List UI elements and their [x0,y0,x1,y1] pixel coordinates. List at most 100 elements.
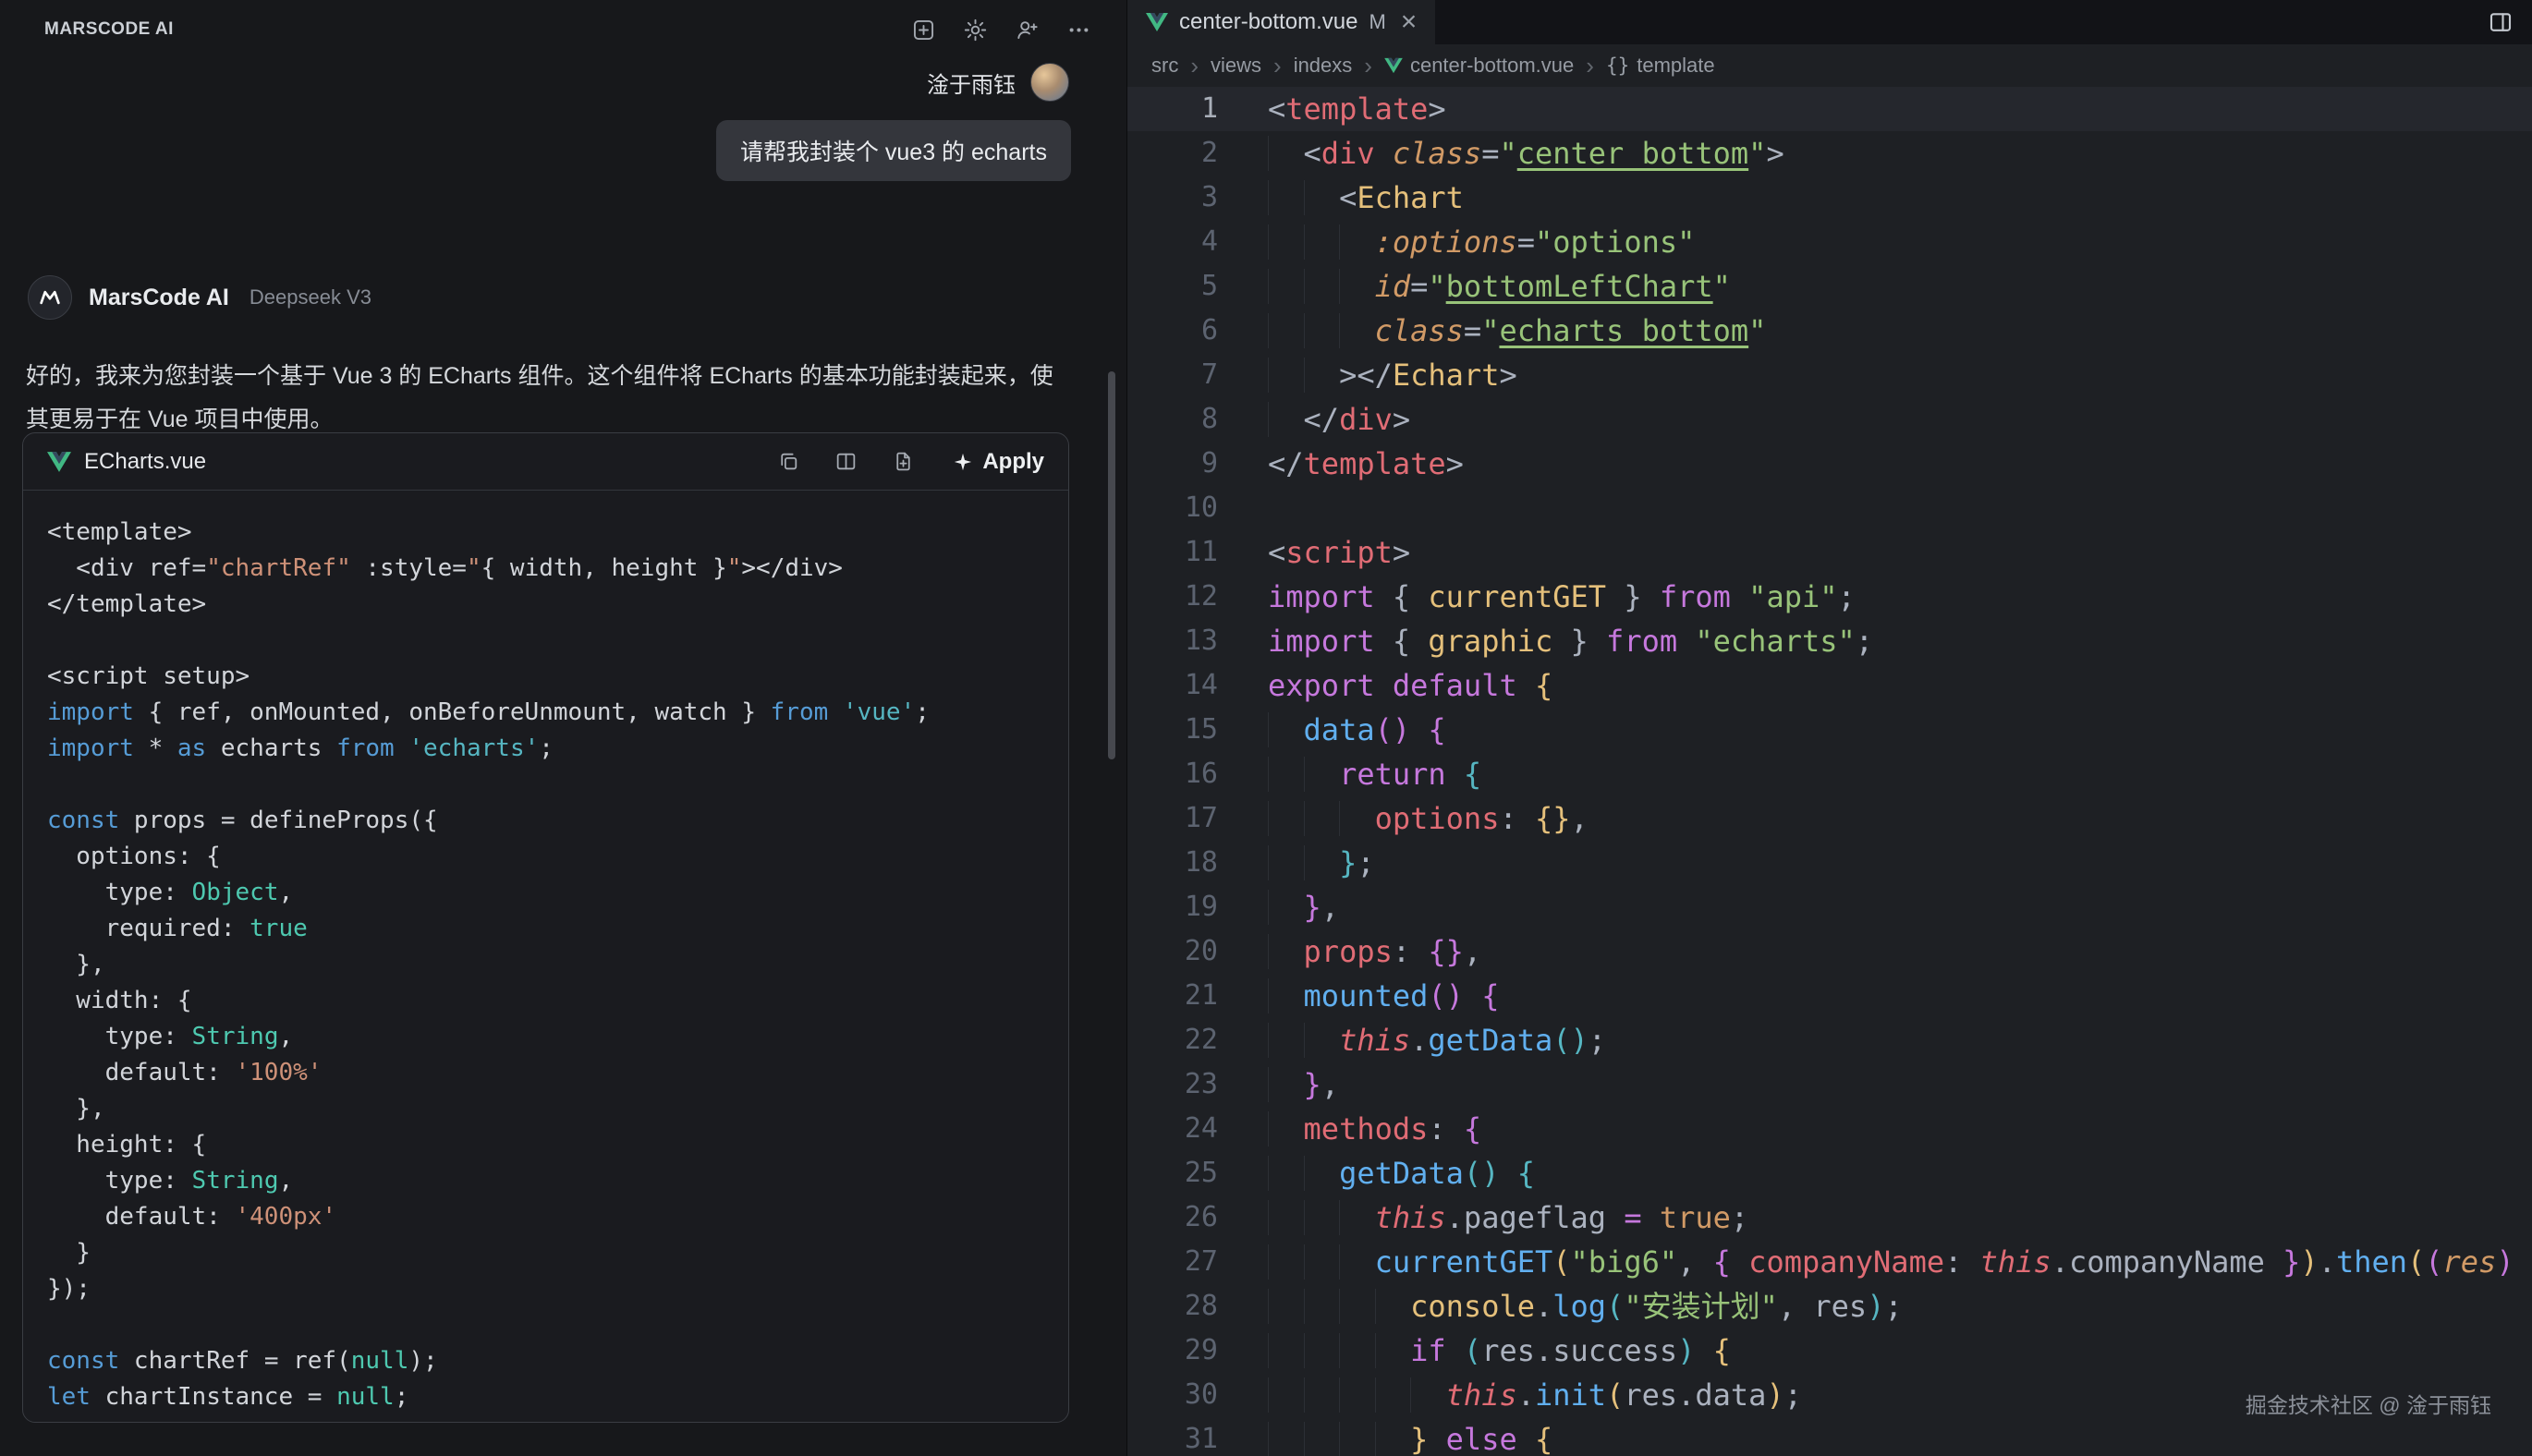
line-number[interactable]: 12 [1127,575,1218,619]
editor-code-line[interactable]: 27 currentGET("big6", { companyName: thi… [1127,1240,2532,1284]
editor-code-line[interactable]: 7 ></Echart> [1127,353,2532,397]
line-number[interactable]: 8 [1127,397,1218,442]
card-code-line: import * as echarts from 'echarts'; [47,731,1068,767]
assistant-message-header: MarsCode AI Deepseek V3 [28,275,1126,320]
apply-button[interactable]: Apply [953,449,1044,475]
card-code-line: default: '100%' [47,1055,1068,1091]
editor-toolbar [2486,0,2532,44]
line-number[interactable]: 14 [1127,663,1218,708]
invite-user-icon[interactable] [1012,15,1041,44]
line-number[interactable]: 24 [1127,1107,1218,1151]
editor-code-line[interactable]: 19 }, [1127,885,2532,929]
breadcrumb-item-indexs[interactable]: indexs [1294,54,1353,78]
card-code-line: <div ref="chartRef" :style="{ width, hei… [47,551,1068,587]
line-number[interactable]: 29 [1127,1329,1218,1373]
editor-code-line[interactable]: 25 getData() { [1127,1151,2532,1195]
line-number[interactable]: 11 [1127,530,1218,575]
marscode-ai-panel: MARSCODE AI 淦于雨钰 请帮我封装个 vue3 [0,0,1126,1456]
line-number[interactable]: 1 [1127,87,1218,131]
line-number[interactable]: 27 [1127,1240,1218,1284]
new-file-icon[interactable] [888,447,918,477]
split-editor-icon[interactable] [2486,7,2515,37]
editor-code-line[interactable]: 13import { graphic } from "echarts"; [1127,619,2532,663]
line-number[interactable]: 19 [1127,885,1218,929]
editor-code-line[interactable]: 10 [1127,486,2532,530]
line-number[interactable]: 17 [1127,796,1218,841]
card-code-line: } [47,1235,1068,1271]
editor-code-line[interactable]: 4 :options="options" [1127,220,2532,264]
line-number[interactable]: 23 [1127,1062,1218,1107]
line-number[interactable]: 26 [1127,1195,1218,1240]
editor-code-line[interactable]: 17 options: {}, [1127,796,2532,841]
editor-code-line[interactable]: 24 methods: { [1127,1107,2532,1151]
breadcrumb: src › views › indexs › center-bottom.vue… [1127,44,2532,87]
editor-code-line[interactable]: 18 }; [1127,841,2532,885]
editor-code-line[interactable]: 21 mounted() { [1127,974,2532,1018]
editor-code-line[interactable]: 16 return { [1127,752,2532,796]
card-code-line: let chartInstance = null; [47,1379,1068,1415]
line-number[interactable]: 16 [1127,752,1218,796]
editor-code-line[interactable]: 23 }, [1127,1062,2532,1107]
copy-code-icon[interactable] [773,447,803,477]
line-number[interactable]: 2 [1127,131,1218,176]
line-number[interactable]: 28 [1127,1284,1218,1329]
breadcrumb-item-template[interactable]: {} template [1606,54,1715,78]
editor-code-line[interactable]: 15 data() { [1127,708,2532,752]
symbol-braces-icon: {} [1606,55,1629,77]
breadcrumb-item-src[interactable]: src [1151,54,1178,78]
sparkle-icon [953,452,973,472]
editor-code-line[interactable]: 11<script> [1127,530,2532,575]
line-number[interactable]: 7 [1127,353,1218,397]
line-number[interactable]: 6 [1127,309,1218,353]
editor-code-line[interactable]: 6 class="echarts_bottom" [1127,309,2532,353]
settings-gear-icon[interactable] [960,15,990,44]
editor-code-line[interactable]: 26 this.pageflag = true; [1127,1195,2532,1240]
git-modified-badge: M [1369,10,1385,34]
editor-code-line[interactable]: 22 this.getData(); [1127,1018,2532,1062]
editor-code-line[interactable]: 12import { currentGET } from "api"; [1127,575,2532,619]
new-chat-icon[interactable] [908,15,938,44]
line-number[interactable]: 9 [1127,442,1218,486]
insert-code-icon[interactable] [831,447,860,477]
breadcrumb-item-file[interactable]: center-bottom.vue [1384,54,1574,78]
editor-code-line[interactable]: 5 id="bottomLeftChart" [1127,264,2532,309]
editor-code-line[interactable]: 31 } else { [1127,1417,2532,1456]
line-number[interactable]: 3 [1127,176,1218,220]
line-number[interactable]: 20 [1127,929,1218,974]
user-message-bubble: 请帮我封装个 vue3 的 echarts [716,120,1071,181]
line-number[interactable]: 30 [1127,1373,1218,1417]
card-code-line: type: Object, [47,875,1068,911]
editor-code-line[interactable]: 3 <Echart [1127,176,2532,220]
line-number[interactable]: 5 [1127,264,1218,309]
card-code-line: default: '400px' [47,1199,1068,1235]
chevron-right-icon: › [1273,54,1282,78]
line-number[interactable]: 4 [1127,220,1218,264]
chat-scrollbar[interactable] [1108,371,1115,759]
editor-code-line[interactable]: 29 if (res.success) { [1127,1329,2532,1373]
line-number[interactable]: 22 [1127,1018,1218,1062]
card-code-line: <template> [47,515,1068,551]
line-number[interactable]: 31 [1127,1417,1218,1456]
line-number[interactable]: 25 [1127,1151,1218,1195]
breadcrumb-item-views[interactable]: views [1211,54,1261,78]
editor-code-line[interactable]: 28 console.log("安装计划", res); [1127,1284,2532,1329]
chevron-right-icon: › [1364,54,1372,78]
editor-code-line[interactable]: 14export default { [1127,663,2532,708]
editor-code-line[interactable]: 20 props: {}, [1127,929,2532,974]
line-number[interactable]: 13 [1127,619,1218,663]
editor-code-line[interactable]: 9</template> [1127,442,2532,486]
close-tab-icon[interactable]: × [1401,8,1418,36]
line-number[interactable]: 18 [1127,841,1218,885]
editor-code-line[interactable]: 1<template> [1127,87,2532,131]
editor-code-line[interactable]: 8 </div> [1127,397,2532,442]
line-number[interactable]: 10 [1127,486,1218,530]
more-ellipsis-icon[interactable] [1064,15,1093,44]
code-card: ECharts.vue Apply [22,432,1069,1423]
marscode-logo-avatar [28,275,72,320]
editor-tab-bar: center-bottom.vue M × [1127,0,2532,44]
line-number[interactable]: 15 [1127,708,1218,752]
editor-code-line[interactable]: 2 <div class="center_bottom"> [1127,131,2532,176]
user-message-header: 淦于雨钰 [0,48,1126,102]
tab-center-bottom-vue[interactable]: center-bottom.vue M × [1127,0,1435,44]
line-number[interactable]: 21 [1127,974,1218,1018]
